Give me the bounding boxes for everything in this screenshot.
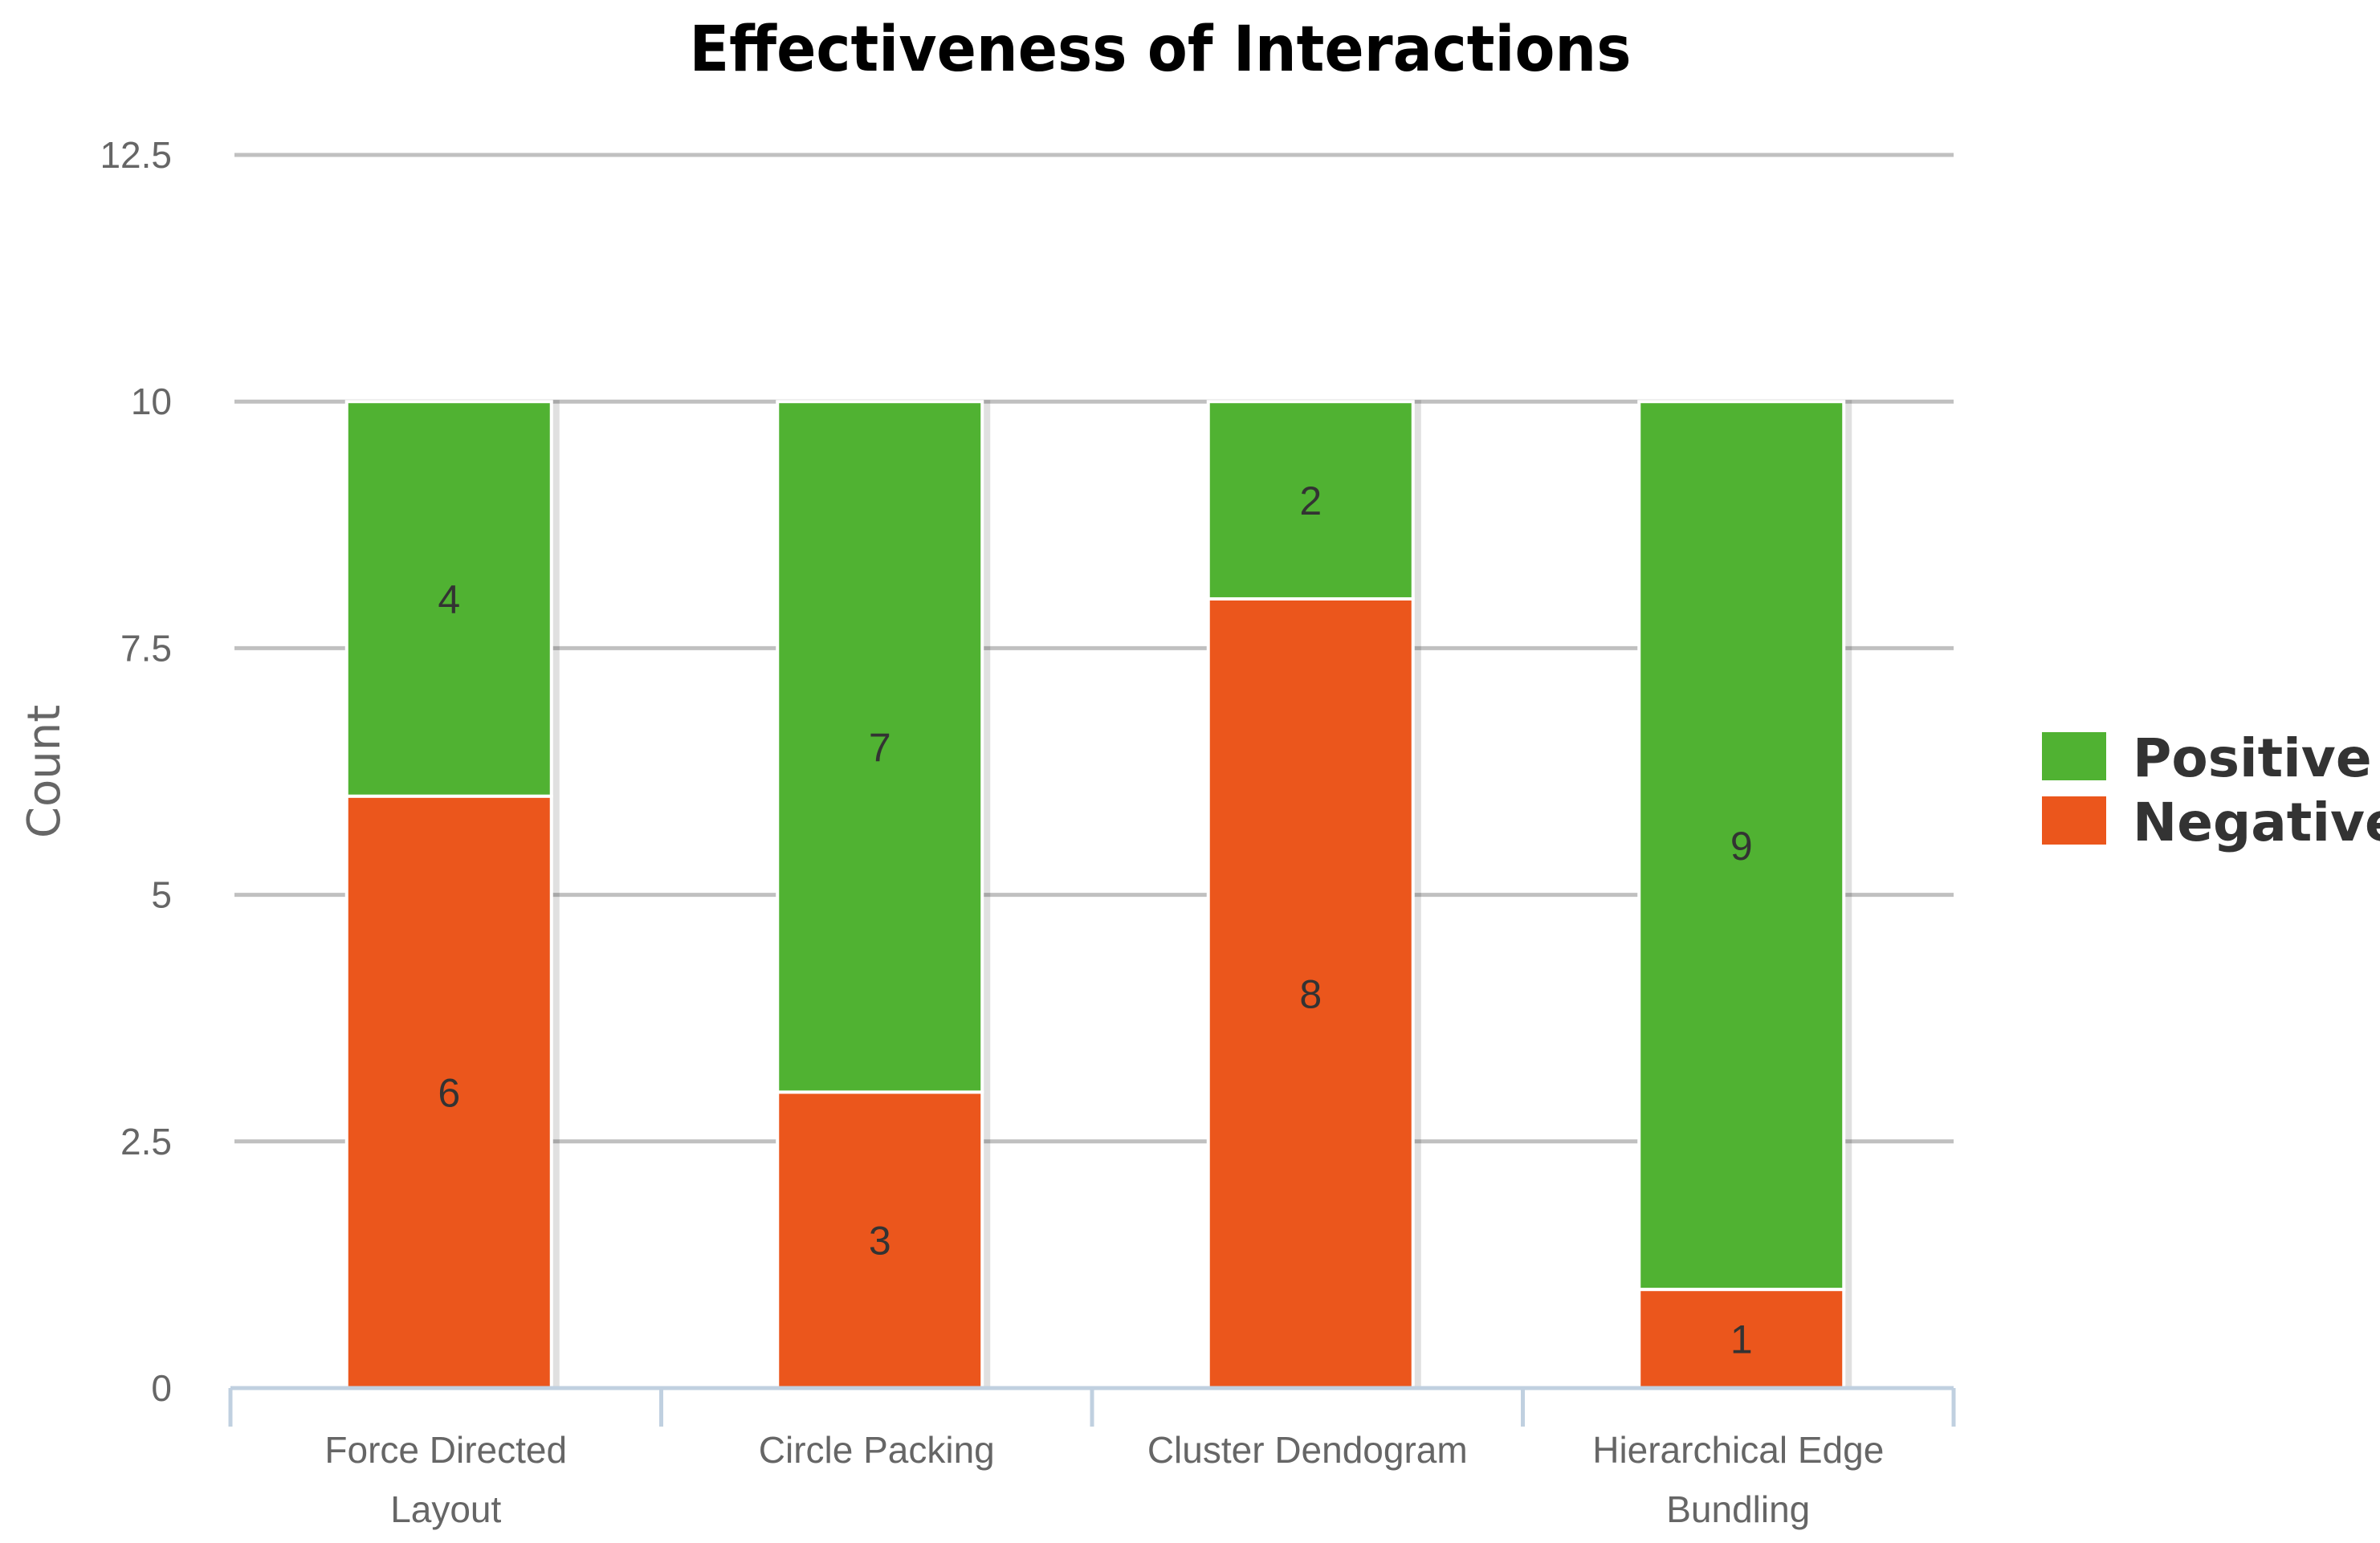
legend-label-positive: Positive — [2133, 727, 2372, 789]
x-tick-label: Circle Packing — [759, 1429, 995, 1471]
legend-swatch-negative — [2042, 796, 2106, 845]
data-label: 8 — [1299, 971, 1322, 1016]
data-label: 1 — [1730, 1317, 1753, 1362]
y-tick-label: 2.5 — [120, 1121, 172, 1162]
legend-label-negative: Negative — [2133, 792, 2380, 853]
data-label: 7 — [869, 725, 891, 770]
legend: PositiveNegative — [2042, 727, 2380, 853]
data-label: 2 — [1299, 478, 1322, 523]
stacked-bar-chart: Effectiveness of Interactions Count 0 2.5… — [18, 14, 2380, 1530]
data-label: 6 — [438, 1070, 460, 1115]
data-label: 9 — [1730, 824, 1753, 869]
x-tick-label: Force Directed — [324, 1429, 567, 1471]
data-label: 3 — [869, 1219, 891, 1264]
y-tick-label: 12.5 — [100, 134, 172, 176]
chart-title: Effectiveness of Interactions — [690, 14, 1632, 86]
y-tick-label: 0 — [151, 1367, 172, 1409]
y-tick-label: 7.5 — [120, 627, 172, 669]
x-axis-ticks: Force Directed Layout Circle Packing Cluste… — [324, 1429, 1884, 1530]
y-tick-label: 10 — [131, 381, 172, 422]
x-tick-label: Layout — [390, 1488, 501, 1530]
data-label: 4 — [438, 577, 460, 622]
x-tick-label: Bundling — [1666, 1488, 1810, 1530]
x-tick-label: Hierarchical Edge — [1592, 1429, 1884, 1471]
y-tick-label: 5 — [151, 874, 172, 916]
x-tick-label: Cluster Dendogram — [1147, 1429, 1468, 1471]
legend-swatch-positive — [2042, 732, 2106, 780]
y-axis-label: Count — [18, 705, 71, 838]
x-axis — [228, 1386, 1956, 1427]
y-axis-ticks: 0 2.5 5 7.5 10 12.5 — [100, 134, 172, 1409]
